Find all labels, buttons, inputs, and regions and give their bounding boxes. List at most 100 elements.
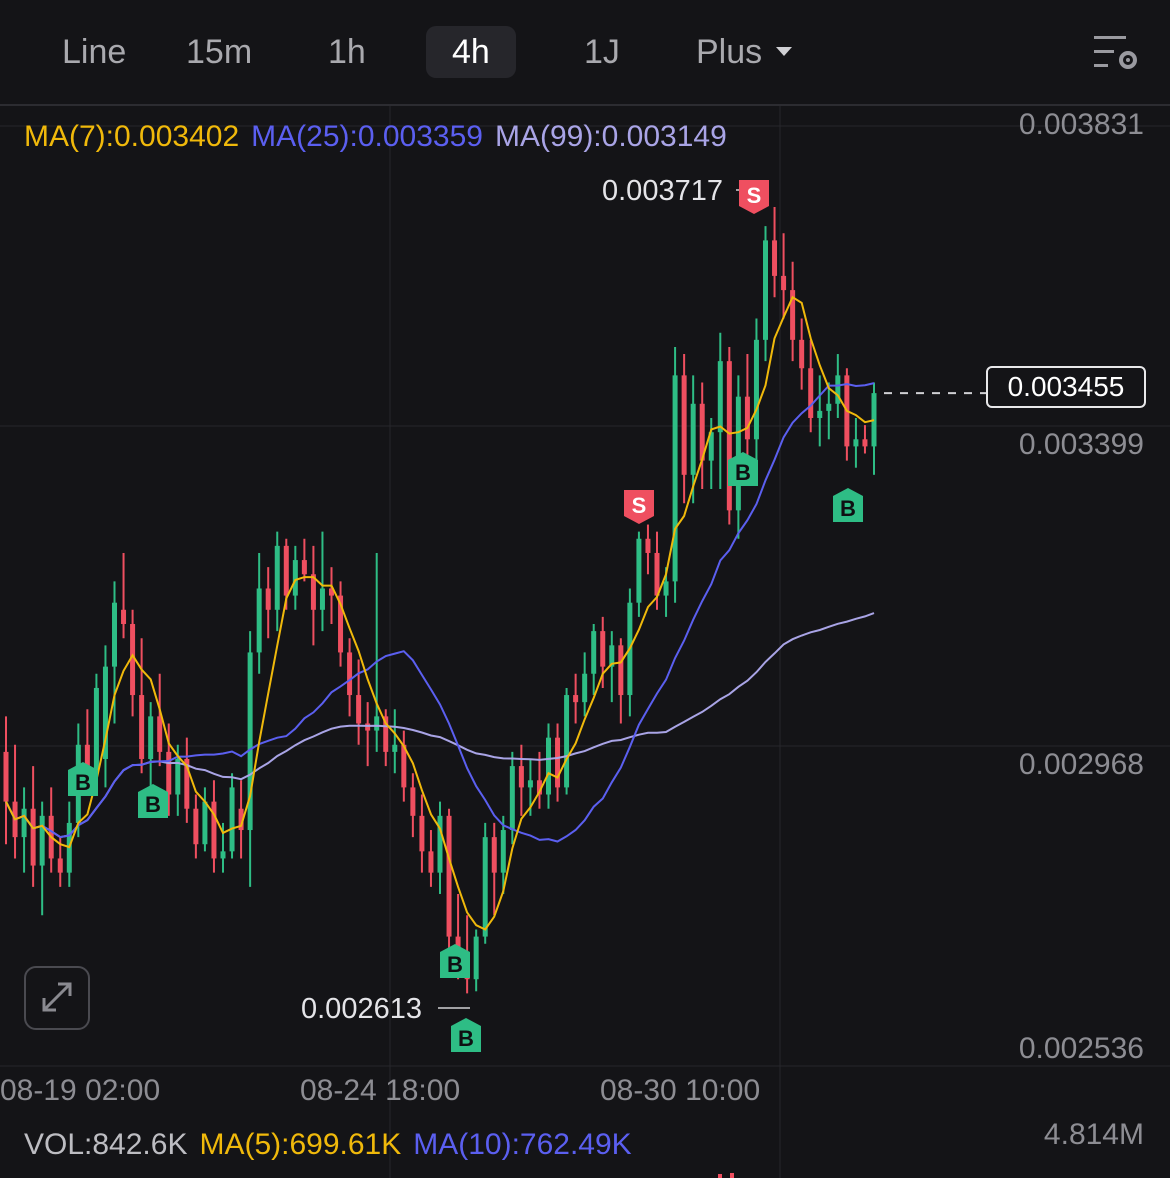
tab-line[interactable]: Line [62, 26, 126, 78]
buy-marker: B [833, 488, 863, 522]
sell-marker: S [739, 180, 769, 214]
candle-body [211, 801, 217, 859]
ma7-legend: MA(7):0.003402 [24, 120, 240, 153]
candle-body [21, 808, 27, 838]
candle-body [763, 240, 768, 340]
candle-body [817, 410, 823, 418]
candle-body [374, 716, 380, 731]
candle-body [274, 545, 280, 610]
candle-body [3, 751, 9, 802]
volume-ma10: MA(10):762.49K [413, 1128, 632, 1161]
volume-max-label: 4.814M [1043, 1118, 1144, 1151]
candle-body [799, 339, 805, 369]
candle-body [365, 723, 371, 731]
price-axis-label: 0.002968 [1018, 748, 1144, 781]
candle-body [319, 588, 325, 610]
candle-body [392, 744, 398, 752]
high-price-label: 0.003717 [602, 175, 723, 207]
current-price-badge: 0.003455 [986, 366, 1146, 408]
expand-icon [42, 982, 72, 1012]
candle-body [781, 275, 787, 291]
tab-4h[interactable]: 4h [426, 26, 516, 78]
candle-body [546, 737, 551, 795]
candle-body [518, 766, 524, 788]
candle-body [283, 545, 289, 596]
candle-body [555, 737, 561, 788]
candle-body [690, 403, 696, 475]
candle-body [202, 801, 208, 845]
low-price-label: 0.002613 [301, 993, 422, 1025]
candle-body [356, 695, 362, 724]
buy-marker: B [440, 944, 470, 978]
candle-body [428, 851, 434, 873]
price-axis-label: 0.002536 [1018, 1032, 1144, 1065]
candle-body [618, 645, 624, 696]
candle-body [826, 403, 832, 411]
price-axis-label: 0.003399 [1018, 428, 1144, 461]
svg-text:B: B [458, 1026, 474, 1051]
candle-body [500, 830, 506, 873]
candle-body [636, 538, 642, 603]
price-axis-label: 0.003831 [1018, 108, 1144, 141]
candle-body [446, 815, 452, 937]
svg-text:B: B [447, 952, 463, 977]
svg-text:S: S [632, 493, 647, 518]
candlestick-chart[interactable] [0, 106, 1170, 1178]
candle-body [193, 808, 199, 845]
time-axis-label: 08-19 02:00 [0, 1074, 161, 1107]
candle-body [473, 936, 479, 980]
tab-plus-label: Plus [696, 33, 763, 71]
volume-bar [730, 1173, 734, 1178]
candle-body [301, 560, 307, 575]
candle-body [573, 695, 579, 703]
candle-body [139, 695, 145, 759]
candle-body [93, 687, 99, 774]
volume-legend: VOL:842.6K MA(5):699.61K MA(10):762.49K [24, 1128, 644, 1162]
ma99-legend: MA(99):0.003149 [494, 120, 727, 153]
chart-settings-icon[interactable] [1092, 32, 1140, 72]
candle-body [744, 396, 750, 440]
candle-body [419, 815, 425, 852]
candle-body [256, 588, 262, 653]
ma25-legend: MA(25):0.003359 [251, 120, 483, 153]
buy-marker: B [728, 452, 758, 486]
candle-body [57, 858, 63, 873]
candle-body [663, 581, 669, 596]
svg-text:S: S [747, 183, 762, 208]
volume-value: VOL:842.6K [24, 1128, 188, 1161]
candle-body [30, 808, 36, 866]
svg-text:B: B [840, 496, 856, 521]
fullscreen-button[interactable] [24, 966, 90, 1030]
tab-1h[interactable]: 1h [328, 26, 366, 78]
candle-body [112, 602, 117, 667]
tab-1j[interactable]: 1J [584, 26, 620, 78]
timeframe-tabbar: Line 15m 1h 4h 1J Plus [0, 0, 1170, 106]
candle-body [654, 552, 660, 596]
candle-body [220, 851, 226, 859]
svg-text:B: B [735, 460, 751, 485]
ma-legend: MA(7):0.003402 MA(25):0.003359 MA(99):0.00… [24, 120, 739, 154]
volume-ma5: MA(5):699.61K [199, 1128, 402, 1161]
svg-text:B: B [145, 792, 161, 817]
candle-body [681, 375, 687, 475]
time-axis-label: 08-30 10:00 [600, 1074, 761, 1107]
candle-body [672, 375, 678, 582]
candle-body [753, 339, 759, 440]
sell-marker: S [624, 490, 654, 524]
time-axis-label: 08-24 18:00 [300, 1074, 461, 1107]
candle-body [482, 837, 488, 937]
candle-body [582, 673, 588, 703]
candle-body [229, 787, 235, 852]
candle-body [509, 766, 515, 831]
volume-bar [718, 1174, 722, 1178]
candle-body [808, 368, 814, 418]
buy-marker: B [138, 784, 168, 818]
candle-body [347, 652, 353, 696]
buy-marker: B [68, 762, 98, 796]
candle-body [39, 815, 45, 866]
candle-body [265, 588, 271, 610]
tab-15m[interactable]: 15m [186, 26, 252, 78]
candle-body [772, 240, 778, 276]
candle-body [121, 609, 127, 625]
tab-plus-dropdown[interactable]: Plus [696, 26, 793, 78]
